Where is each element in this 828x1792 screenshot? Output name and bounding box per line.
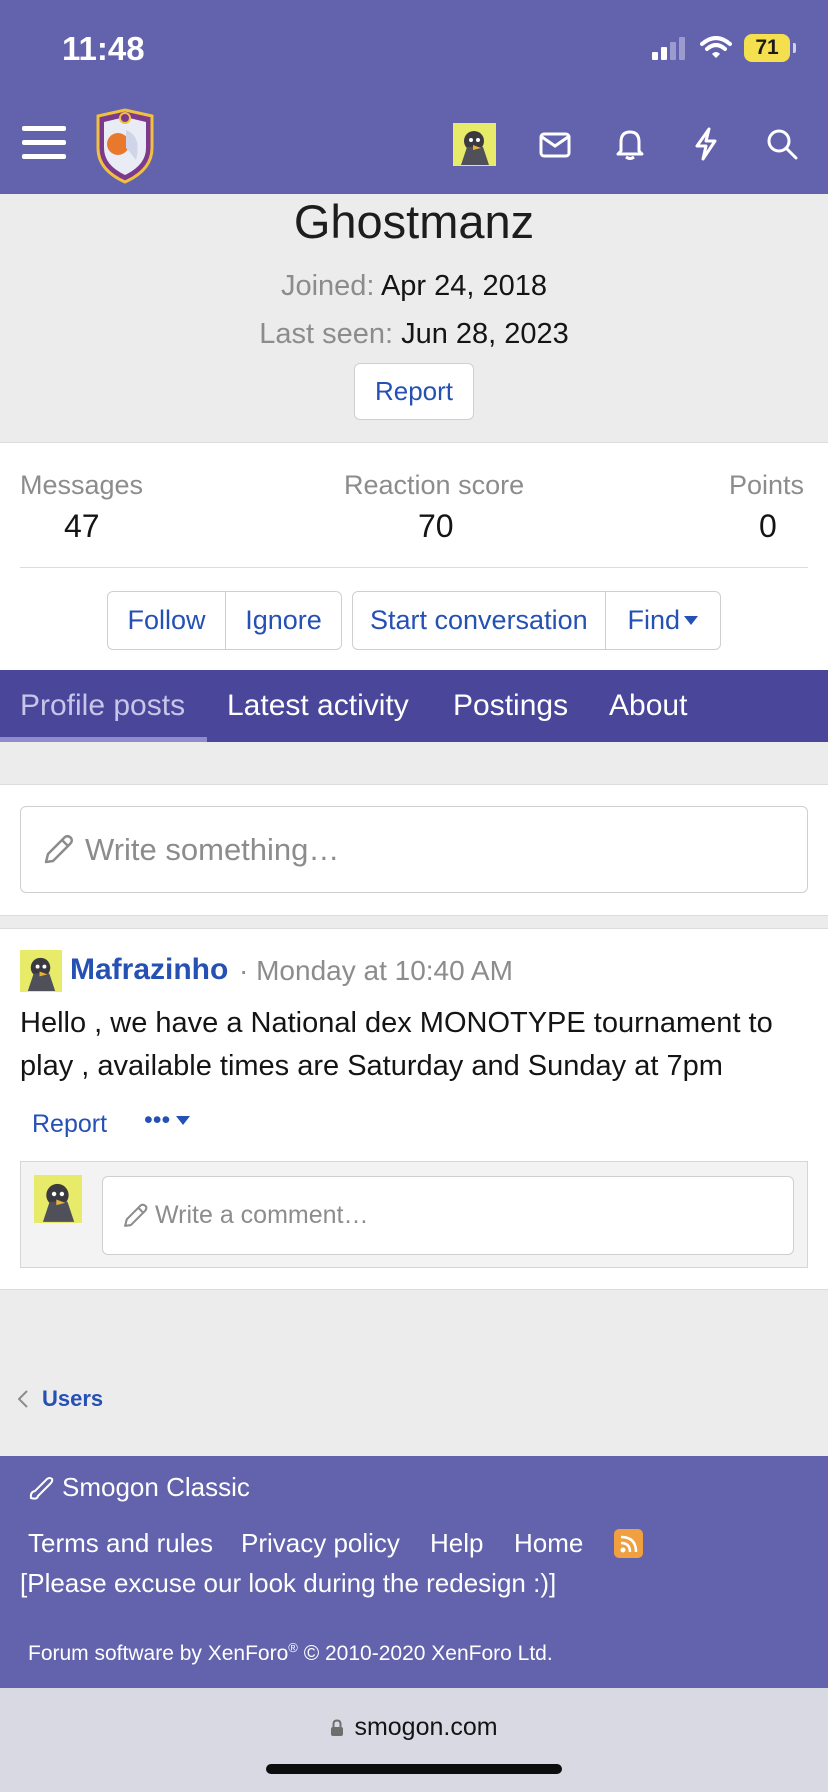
commenter-avatar <box>34 1175 82 1223</box>
status-time: 11:48 <box>62 30 145 67</box>
url-text: smogon.com <box>354 1713 498 1741</box>
footer-link-terms[interactable]: Terms and rules <box>28 1528 213 1559</box>
address-field[interactable]: smogon.com <box>0 1713 828 1742</box>
battery-level: 71 <box>755 36 779 59</box>
follow-button[interactable]: Follow <box>108 592 225 649</box>
tab-latest-activity[interactable]: Latest activity <box>227 670 409 742</box>
copyright-prefix: Forum software by XenForo <box>28 1642 289 1665</box>
registered-mark: ® <box>288 1640 298 1655</box>
stat-reaction-value: 70 <box>418 508 454 544</box>
post-timestamp[interactable]: · Monday at 10:40 AM <box>239 955 513 987</box>
write-something-input[interactable]: Write something… <box>20 806 808 893</box>
tab-profile-posts[interactable]: Profile posts <box>20 670 185 742</box>
bell-icon <box>616 130 644 160</box>
cellular-signal-icon <box>652 37 685 60</box>
stat-messages-value[interactable]: 47 <box>64 508 100 545</box>
lock-icon <box>331 1718 344 1736</box>
profile-username: Ghostmanz <box>293 195 535 248</box>
caret-down-icon <box>684 615 699 625</box>
report-profile-button[interactable]: Report <box>354 363 474 420</box>
follow-ignore-group: Follow Ignore <box>107 591 342 650</box>
find-button[interactable]: Find <box>604 592 720 649</box>
write-something-placeholder: Write something… <box>85 831 340 867</box>
rss-button[interactable] <box>614 1529 643 1558</box>
search-button[interactable] <box>762 124 802 164</box>
breadcrumb-users[interactable]: Users <box>42 1386 103 1412</box>
style-chooser[interactable]: Smogon Classic <box>28 1472 250 1503</box>
footer-link-privacy[interactable]: Privacy policy <box>241 1528 400 1559</box>
tab-postings[interactable]: Postings <box>453 670 568 742</box>
chevron-left-icon <box>18 1390 28 1408</box>
post-report-link[interactable]: Report <box>32 1110 107 1139</box>
menu-button[interactable] <box>20 122 68 164</box>
stat-points-label: Points <box>729 470 805 500</box>
status-icons: 71 <box>652 34 796 62</box>
home-indicator[interactable] <box>266 1764 562 1774</box>
menu-icon <box>22 126 66 159</box>
stat-points-value[interactable]: 0 <box>759 508 777 545</box>
stat-messages-label: Messages <box>20 470 144 500</box>
lightning-icon <box>695 127 717 161</box>
post-author-avatar[interactable] <box>20 950 62 992</box>
style-chooser-label: Smogon Classic <box>62 1472 250 1502</box>
stats-divider <box>20 567 808 568</box>
rss-icon <box>620 1535 637 1552</box>
whats-new-button[interactable] <box>686 124 726 164</box>
ignore-button[interactable]: Ignore <box>224 592 341 649</box>
stat-reaction-label: Reaction score <box>344 470 525 500</box>
post-author-name[interactable]: Mafrazinho <box>70 953 228 987</box>
footer-copyright[interactable]: Forum software by XenForo® © 2010-2020 X… <box>28 1640 553 1666</box>
write-comment-placeholder: Write a comment… <box>155 1201 369 1229</box>
post-more-menu[interactable]: ••• <box>144 1106 191 1135</box>
app-root: 11:48 71 Ghostmanz Joined: Apr 24, 2018 … <box>0 0 828 1792</box>
paint-brush-icon <box>29 1476 54 1500</box>
site-logo[interactable] <box>92 108 158 184</box>
footer-link-help[interactable]: Help <box>430 1528 483 1559</box>
active-tab-indicator <box>0 737 207 742</box>
alerts-button[interactable] <box>610 124 650 164</box>
joined-line: Joined: Apr 24, 2018 <box>0 270 828 303</box>
breadcrumb[interactable]: Users <box>18 1386 103 1412</box>
conversation-find-group: Start conversation Find <box>352 591 721 650</box>
inbox-button[interactable] <box>535 125 575 165</box>
start-conversation-button[interactable]: Start conversation <box>353 592 605 649</box>
last-seen-label: Last seen: <box>259 318 394 350</box>
find-label: Find <box>627 605 681 635</box>
search-icon <box>767 129 798 160</box>
wifi-icon <box>700 36 732 58</box>
pencil-icon <box>124 1203 148 1227</box>
more-dots: ••• <box>144 1106 171 1134</box>
battery-indicator: 71 <box>744 34 796 62</box>
tab-about[interactable]: About <box>609 670 687 742</box>
joined-value: Apr 24, 2018 <box>380 270 548 302</box>
pencil-icon <box>44 834 74 863</box>
last-seen-value: Jun 28, 2023 <box>401 318 569 350</box>
joined-label: Joined: <box>280 270 375 302</box>
mail-icon <box>539 132 571 158</box>
last-seen-line: Last seen: Jun 28, 2023 <box>0 318 828 351</box>
footer-link-home[interactable]: Home <box>514 1528 583 1559</box>
post-body: Hello , we have a National dex MONOTYPE … <box>20 1007 773 1082</box>
user-avatar[interactable] <box>453 123 496 166</box>
footer-redesign-note: [Please excuse our look during the redes… <box>20 1568 557 1598</box>
write-comment-input[interactable]: Write a comment… <box>102 1176 794 1255</box>
caret-down-icon <box>176 1115 191 1125</box>
copyright-suffix: © 2010-2020 XenForo Ltd. <box>297 1642 553 1665</box>
